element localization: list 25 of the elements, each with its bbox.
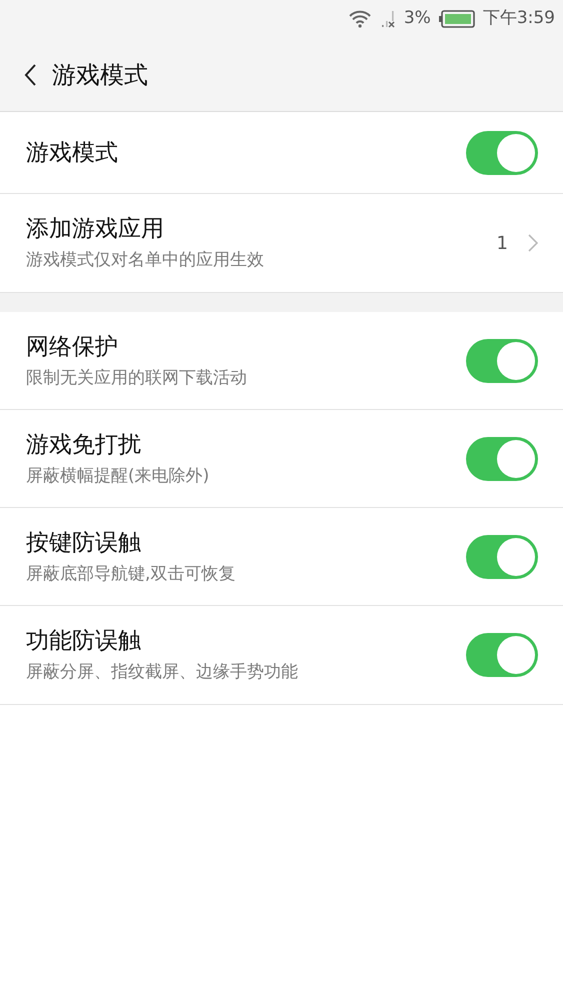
toggle-switch[interactable] (466, 534, 538, 578)
setting-title: 功能防误触 (26, 627, 142, 656)
setting-title: 游戏免打扰 (26, 430, 142, 460)
back-button[interactable] (24, 62, 38, 86)
setting-title: 按键防误触 (26, 528, 142, 558)
toggle-switch[interactable] (466, 338, 538, 382)
battery-icon (438, 10, 475, 28)
toggle-switch[interactable] (466, 633, 538, 677)
setting-description: 屏蔽横幅提醒(来电除外) (26, 464, 210, 488)
wifi-icon (348, 10, 372, 28)
toggle-switch[interactable] (466, 130, 538, 174)
setting-description: 屏蔽分屏、指纹截屏、边缘手势功能 (26, 661, 299, 684)
chevron-right-icon (528, 234, 538, 252)
setting-description: 限制无关应用的联网下载活动 (26, 366, 248, 390)
app-count: 1 (496, 232, 508, 256)
setting-title: 游戏模式 (26, 138, 119, 168)
clock: 下午3:59 (482, 7, 555, 30)
battery-percent: 3% (404, 7, 431, 30)
toggle-switch[interactable] (466, 436, 538, 480)
setting-title: 添加游戏应用 (26, 215, 165, 244)
page-title: 游戏模式 (52, 60, 148, 90)
signal-icon (380, 9, 396, 29)
setting-title: 网络保护 (26, 332, 119, 362)
setting-description: 游戏模式仅对名单中的应用生效 (26, 249, 265, 272)
setting-description: 屏蔽底部导航键,双击可恢复 (26, 562, 236, 586)
